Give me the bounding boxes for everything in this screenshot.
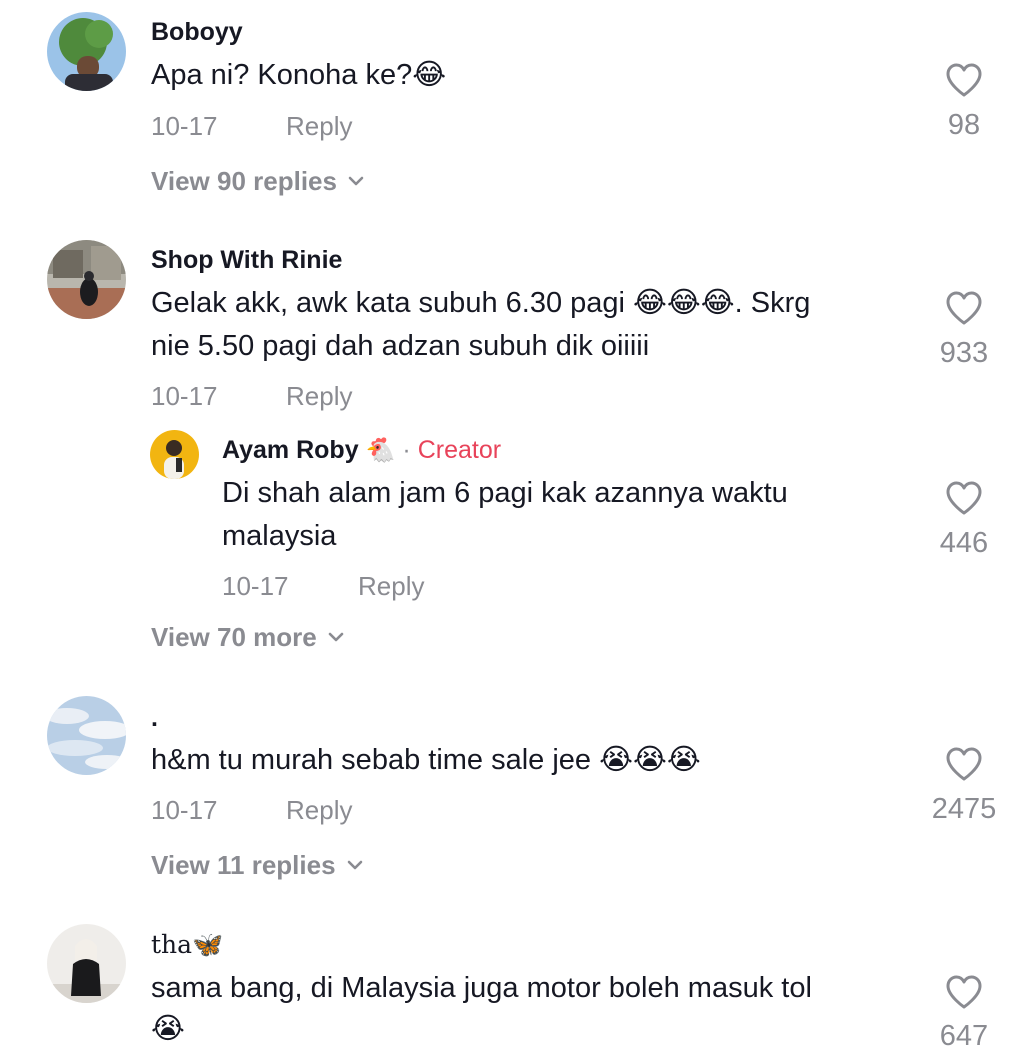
like-button[interactable] <box>945 746 983 787</box>
heart-outline-icon <box>946 747 982 781</box>
comment-date: 10-17 <box>151 795 218 825</box>
avatar[interactable] <box>150 430 199 479</box>
comment-text-line1: Gelak akk, awk kata subuh 6.30 pagi 😂😂😂.… <box>151 287 811 319</box>
avatar[interactable] <box>47 240 126 319</box>
reply-text-line2: malaysia <box>222 520 337 552</box>
like-button[interactable] <box>945 290 983 331</box>
avatar[interactable] <box>47 696 126 775</box>
like-button[interactable] <box>945 480 983 521</box>
view-replies-button[interactable]: View 11 replies <box>151 850 364 880</box>
reply-username-row: Ayam Roby 🐔 · Creator <box>222 435 501 466</box>
avatar[interactable] <box>47 924 126 1003</box>
reply-date: 10-17 <box>222 571 289 601</box>
view-replies-label: View 11 replies <box>151 850 336 880</box>
comment-text: Apa ni? Konoha ke?😂 <box>151 59 447 91</box>
comment-text-line2: 😭 <box>151 1013 185 1045</box>
chevron-down-icon <box>347 860 362 870</box>
comment-text: h&m tu murah sebab time sale jee 😭😭😭 <box>151 744 701 776</box>
heart-outline-icon <box>946 975 982 1009</box>
like-button[interactable] <box>945 974 983 1015</box>
comment-date: 10-17 <box>151 381 218 411</box>
chevron-down-icon <box>348 176 364 186</box>
comment-username[interactable]: Boboyy <box>151 17 243 47</box>
separator-dot: · <box>402 436 411 464</box>
view-more-label: View 70 more <box>151 622 317 652</box>
comment-date: 10-17 <box>151 111 218 141</box>
view-replies-button[interactable]: View 90 replies <box>151 166 365 196</box>
view-replies-label: View 90 replies <box>151 166 337 196</box>
reply-username-emoji: 🐔 <box>365 437 396 464</box>
like-count: 98 <box>947 109 981 141</box>
heart-outline-icon <box>946 63 982 97</box>
like-count: 2475 <box>931 793 997 825</box>
reply-button[interactable]: Reply <box>286 381 352 411</box>
like-count: 446 <box>939 527 989 559</box>
avatar[interactable] <box>47 12 126 91</box>
reply-button[interactable]: Reply <box>358 571 424 601</box>
reply-username[interactable]: Ayam Roby <box>222 436 359 464</box>
comment-username[interactable]: . <box>151 703 158 733</box>
comment-username[interactable]: tha🦋 <box>151 930 223 960</box>
comment-text-line1: sama bang, di Malaysia juga motor boleh … <box>151 972 812 1004</box>
reply-button[interactable]: Reply <box>286 795 352 825</box>
reply-text-line1: Di shah alam jam 6 pagi kak azannya wakt… <box>222 477 788 509</box>
like-count: 647 <box>939 1020 989 1052</box>
chevron-down-icon <box>328 632 344 642</box>
heart-outline-icon <box>946 481 982 515</box>
comment-username[interactable]: Shop With Rinie <box>151 245 342 275</box>
comment-text-line2: nie 5.50 pagi dah adzan subuh dik oiiiii <box>151 330 650 362</box>
like-count: 933 <box>939 337 989 369</box>
reply-button[interactable]: Reply <box>286 111 352 141</box>
heart-outline-icon <box>946 291 982 325</box>
creator-badge: Creator <box>417 436 502 464</box>
view-more-button[interactable]: View 70 more <box>151 622 345 652</box>
like-button[interactable] <box>945 62 983 103</box>
